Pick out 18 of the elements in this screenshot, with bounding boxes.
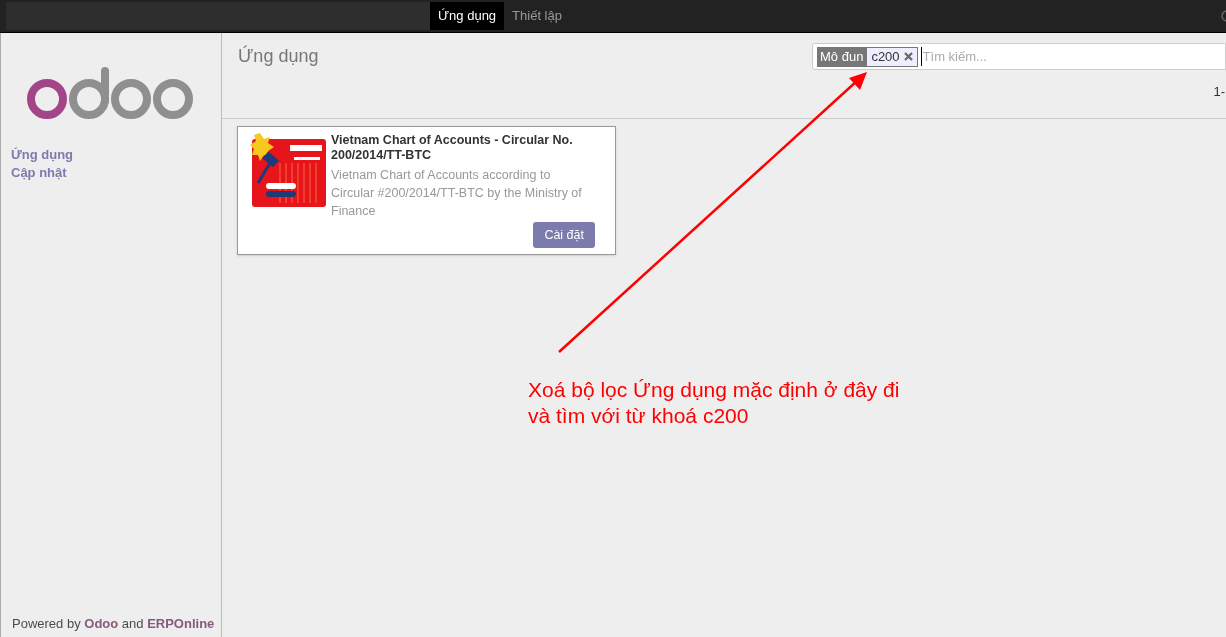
install-button[interactable]: Cài đặt bbox=[533, 222, 595, 248]
annotation-text: và tìm với từ khoá c200 bbox=[528, 403, 750, 429]
odoo-logo-icon bbox=[27, 67, 195, 119]
sidebar-link[interactable]: Cập nhật bbox=[11, 164, 67, 182]
search-field[interactable]: Mô đun c200 Tìm kiếm... bbox=[812, 43, 1226, 70]
close-icon[interactable] bbox=[903, 52, 913, 61]
annotation-text: Xoá bộ lọc Ứng dụng mặc định ở đây đi bbox=[528, 377, 900, 403]
page-title: Ứng dụng bbox=[238, 44, 319, 68]
powered-by-text: Powered by Odoo and ERPOnline bbox=[11, 614, 216, 633]
facet-value: c200 bbox=[871, 47, 900, 66]
sidebar-link[interactable]: Ứng dụng bbox=[11, 146, 74, 164]
top-menu-item[interactable]: Thiết lập bbox=[504, 2, 570, 30]
top-menu-item[interactable]: Ứng dụng bbox=[430, 2, 505, 30]
search-input[interactable]: Tìm kiếm... bbox=[920, 46, 1225, 67]
pager-text: 1- bbox=[1213, 83, 1226, 101]
facet-label: Mô đun bbox=[817, 46, 867, 67]
app-summary: Vietnam Chart of Accounts according to Circular #200/2014/TT-BTC by the Ministry of Finance bbox=[331, 167, 583, 220]
app-name: Vietnam Chart of Accounts - Circular No. 200/2014/TT-BTC bbox=[331, 133, 574, 163]
